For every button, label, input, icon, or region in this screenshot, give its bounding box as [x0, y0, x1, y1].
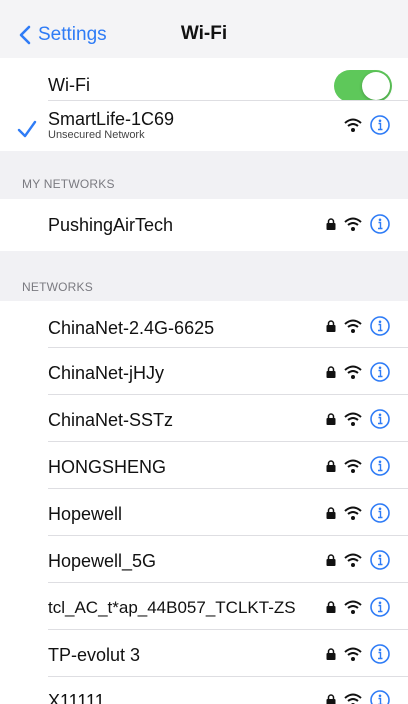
page-title: Wi-Fi: [180, 23, 228, 44]
network-name: ChinaNet-jHJy: [48, 363, 165, 383]
lock-icon: [326, 507, 336, 519]
info-icon[interactable]: [370, 597, 390, 617]
info-icon[interactable]: [370, 456, 390, 476]
network-name: Hopewell: [48, 504, 123, 524]
lock-icon: [326, 601, 336, 613]
lock-icon: [326, 694, 336, 704]
wifi-settings-screen: Settings Wi-Fi Wi-Fi SmartLife-1C69 Unse…: [0, 0, 408, 704]
info-icon[interactable]: [370, 316, 390, 336]
connected-network-row[interactable]: SmartLife-1C69 Unsecured Network: [0, 101, 408, 151]
networks-section: NETWORKS: [0, 251, 408, 301]
wifi-toggle-label: Wi-Fi: [48, 75, 90, 95]
info-icon[interactable]: [370, 550, 390, 570]
wifi-icon: [344, 693, 362, 704]
network-row[interactable]: ChinaNet-jHJy: [0, 348, 408, 395]
lock-icon: [326, 554, 336, 566]
lock-icon: [326, 413, 336, 425]
section-header-networks: NETWORKS: [22, 280, 93, 294]
toggle-knob: [362, 72, 390, 100]
wifi-icon: [344, 365, 362, 379]
info-icon[interactable]: [370, 214, 390, 234]
network-row[interactable]: PushingAirTech: [0, 199, 408, 251]
wifi-icon: [344, 319, 362, 333]
wifi-icon: [344, 647, 362, 661]
lock-icon: [326, 320, 336, 332]
nav-bar: Settings Wi-Fi: [0, 0, 408, 59]
lock-icon: [326, 218, 336, 230]
wifi-toggle-switch[interactable]: [334, 70, 392, 102]
network-name: PushingAirTech: [48, 215, 174, 235]
network-name: HONGSHENG: [48, 457, 167, 477]
info-icon[interactable]: [370, 115, 390, 135]
section-header-my-networks: MY NETWORKS: [22, 177, 115, 191]
network-name: ChinaNet-SSTz: [48, 410, 174, 430]
lock-icon: [326, 648, 336, 660]
info-icon[interactable]: [370, 409, 390, 429]
wifi-icon: [344, 217, 362, 231]
connected-network-status: Unsecured Network: [48, 129, 145, 141]
checkmark-icon: [17, 120, 37, 138]
network-row[interactable]: Hopewell_5G: [0, 536, 408, 583]
info-icon[interactable]: [370, 644, 390, 664]
wifi-icon: [344, 459, 362, 473]
wifi-icon: [344, 412, 362, 426]
network-name: TP-evolut 3: [48, 645, 141, 665]
wifi-icon: [344, 506, 362, 520]
connected-network-name: SmartLife-1C69: [48, 109, 175, 129]
network-name: X11111: [48, 691, 105, 704]
my-networks-section: MY NETWORKS: [0, 151, 408, 199]
network-row[interactable]: tcl_AC_t*ap_44B057_TCLKT-ZS: [0, 583, 408, 630]
network-row[interactable]: ChinaNet-SSTz: [0, 395, 408, 442]
lock-icon: [326, 366, 336, 378]
network-name: ChinaNet-2.4G-6625: [48, 318, 215, 338]
lock-icon: [326, 460, 336, 472]
info-icon[interactable]: [370, 362, 390, 382]
network-name: Hopewell_5G: [48, 551, 157, 571]
info-icon[interactable]: [370, 503, 390, 523]
info-icon[interactable]: [370, 690, 390, 704]
network-row[interactable]: X11111: [0, 677, 408, 704]
network-row[interactable]: Hopewell: [0, 489, 408, 536]
network-row[interactable]: HONGSHENG: [0, 442, 408, 489]
wifi-icon: [344, 600, 362, 614]
network-row[interactable]: ChinaNet-2.4G-6625: [0, 301, 408, 348]
wifi-icon: [344, 553, 362, 567]
network-name: tcl_AC_t*ap_44B057_TCLKT-ZS: [48, 598, 296, 617]
wifi-icon: [344, 118, 362, 132]
network-row[interactable]: TP-evolut 3: [0, 630, 408, 677]
